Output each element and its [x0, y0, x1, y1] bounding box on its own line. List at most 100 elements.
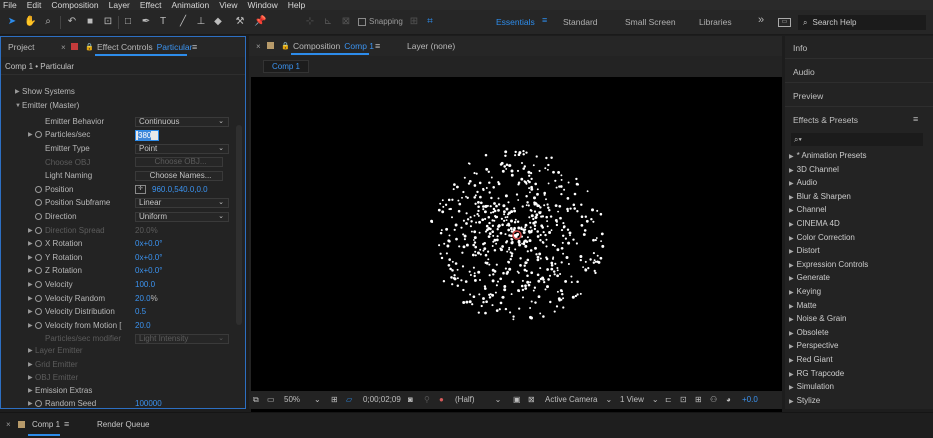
- twirl-icon[interactable]: ▶: [28, 322, 35, 329]
- effect-category[interactable]: ▶ Perspective: [789, 341, 838, 350]
- flowchart-comp-tab[interactable]: Comp 1: [263, 60, 309, 73]
- property-value[interactable]: 20.0: [135, 294, 151, 303]
- safe-zones-icon[interactable]: ⊞: [331, 395, 338, 404]
- stopwatch-icon[interactable]: [35, 308, 42, 316]
- stopwatch-icon[interactable]: [35, 253, 42, 261]
- timeline-icon[interactable]: ⊞: [695, 395, 702, 404]
- stopwatch-icon[interactable]: [35, 185, 42, 193]
- effect-category[interactable]: ▶ Audio: [789, 178, 817, 187]
- stopwatch-icon[interactable]: [35, 212, 42, 220]
- twirl-icon[interactable]: ▶: [28, 227, 35, 234]
- composition-viewer[interactable]: [251, 77, 782, 424]
- brush-tool-icon[interactable]: ╱: [177, 16, 189, 28]
- clone-stamp-tool-icon[interactable]: ⊥: [195, 16, 207, 28]
- snapping-checkbox[interactable]: [358, 17, 366, 26]
- property-value[interactable]: 0.5: [135, 307, 146, 316]
- rectangle-tool-icon[interactable]: □: [122, 16, 134, 28]
- workspace-libraries[interactable]: Libraries: [699, 17, 732, 27]
- magnification-dropdown[interactable]: 50% ⌄: [284, 395, 321, 404]
- exposure-reset-icon[interactable]: ◕: [726, 395, 731, 404]
- twirl-icon[interactable]: ▶: [15, 88, 22, 95]
- snapping-toggle[interactable]: Snapping: [358, 17, 403, 26]
- effects-search-input[interactable]: ⌕▾: [791, 133, 923, 146]
- close-icon[interactable]: ×: [256, 42, 261, 51]
- exposure-value[interactable]: +0.0: [742, 395, 758, 404]
- menu-edit[interactable]: Edit: [27, 0, 42, 10]
- stopwatch-icon[interactable]: [35, 226, 42, 234]
- audio-panel-tab[interactable]: Audio: [793, 67, 815, 77]
- lock-icon[interactable]: 🔒: [281, 42, 290, 50]
- effect-category[interactable]: ▶ Expression Controls: [789, 260, 868, 269]
- workspace-essentials[interactable]: Essentials: [496, 17, 535, 27]
- menu-help[interactable]: Help: [288, 0, 305, 10]
- workspace-standard[interactable]: Standard: [563, 17, 598, 27]
- effect-category[interactable]: ▶ Generate: [789, 273, 830, 282]
- preview-panel-tab[interactable]: Preview: [793, 91, 823, 101]
- workspace-small-screen[interactable]: Small Screen: [625, 17, 676, 27]
- pan-behind-tool-icon[interactable]: ⊡: [102, 16, 114, 28]
- effect-category[interactable]: ▶ Noise & Grain: [789, 314, 846, 323]
- stopwatch-icon[interactable]: [35, 199, 42, 207]
- tab-composition[interactable]: Composition Comp 1: [293, 41, 374, 51]
- menu-effect[interactable]: Effect: [140, 0, 162, 10]
- timecode[interactable]: 0;00;02;09: [363, 395, 401, 404]
- rotation-tool-icon[interactable]: ↶: [66, 16, 78, 28]
- region-of-interest-icon[interactable]: ▣: [513, 395, 521, 404]
- tab-render-queue[interactable]: Render Queue: [97, 420, 149, 429]
- effect-category[interactable]: ▶ Matte: [789, 301, 817, 310]
- axis-world-icon[interactable]: ⊾: [322, 16, 334, 28]
- axis-view-icon[interactable]: ⊠: [340, 16, 352, 28]
- twirl-icon[interactable]: ▶: [28, 387, 35, 394]
- effect-category[interactable]: ▶ RG Trapcode: [789, 369, 844, 378]
- emitter-subgroup[interactable]: ▶ Emission Extras: [28, 384, 92, 398]
- emitter-subgroup[interactable]: ▶ Grid Emitter: [28, 357, 78, 371]
- crosshair-icon[interactable]: ✛: [135, 184, 146, 194]
- menu-view[interactable]: View: [219, 0, 237, 10]
- emitter-subgroup[interactable]: ▶ OBJ Emitter: [28, 371, 78, 385]
- property-value[interactable]: 100.0: [135, 280, 155, 289]
- panel-menu-icon[interactable]: ≡: [913, 114, 918, 124]
- panel-menu-icon[interactable]: ≡: [375, 41, 380, 51]
- property-value[interactable]: 0x+0.0°: [135, 253, 162, 262]
- position-value[interactable]: 960.0,540.0,0.0: [152, 185, 208, 194]
- snap-options-icon[interactable]: ⊞: [408, 16, 420, 28]
- menu-layer[interactable]: Layer: [109, 0, 130, 10]
- property-button[interactable]: Choose Names...: [135, 170, 223, 181]
- twirl-icon[interactable]: ▶: [28, 131, 35, 138]
- flowchart-icon[interactable]: ⚇: [710, 395, 717, 404]
- property-dropdown[interactable]: Uniform ⌄: [135, 211, 229, 222]
- property-value[interactable]: 0x+0.0°: [135, 266, 162, 275]
- channel-icon[interactable]: ●: [439, 395, 444, 404]
- twirl-icon[interactable]: ▶: [28, 400, 35, 407]
- effect-category[interactable]: ▶ Simulation: [789, 382, 834, 391]
- twirl-icon[interactable]: ▶: [28, 267, 35, 274]
- effect-category[interactable]: ▶ 3D Channel: [789, 165, 839, 174]
- workspace-menu-icon[interactable]: ≡: [542, 15, 547, 25]
- menu-animation[interactable]: Animation: [171, 0, 209, 10]
- always-preview-icon[interactable]: ⧉: [253, 395, 259, 405]
- stopwatch-icon[interactable]: [35, 321, 42, 329]
- lock-icon[interactable]: 🔒: [85, 43, 94, 51]
- toggle-pixel-aspect-icon[interactable]: ⊏: [665, 395, 672, 404]
- show-systems-group[interactable]: ▶ Show Systems: [15, 85, 75, 99]
- panel-menu-icon[interactable]: ≡: [192, 42, 197, 52]
- tab-project[interactable]: Project: [8, 42, 34, 52]
- effect-category[interactable]: ▶ CINEMA 4D: [789, 219, 840, 228]
- property-value[interactable]: 20.0: [135, 226, 151, 235]
- mask-visibility-icon[interactable]: ▱: [346, 395, 352, 404]
- effect-category[interactable]: ▶ Color Correction: [789, 233, 855, 242]
- eraser-tool-icon[interactable]: ◆: [212, 16, 224, 28]
- stopwatch-icon[interactable]: [35, 400, 42, 408]
- stopwatch-icon[interactable]: [35, 294, 42, 302]
- snap-feature-icon[interactable]: ⌗: [424, 16, 436, 28]
- views-dropdown[interactable]: 1 View ⌄: [620, 395, 659, 404]
- axis-local-icon[interactable]: ⊹: [304, 16, 316, 28]
- twirl-icon[interactable]: ▶: [28, 374, 35, 381]
- property-dropdown[interactable]: Linear ⌄: [135, 198, 229, 209]
- menu-composition[interactable]: Composition: [51, 0, 98, 10]
- twirl-icon[interactable]: ▶: [28, 308, 35, 315]
- hand-tool-icon[interactable]: ✋: [24, 16, 36, 28]
- effect-category[interactable]: ▶ Stylize: [789, 396, 820, 405]
- stopwatch-icon[interactable]: [35, 267, 42, 275]
- effect-category[interactable]: ▶ * Animation Presets: [789, 151, 866, 160]
